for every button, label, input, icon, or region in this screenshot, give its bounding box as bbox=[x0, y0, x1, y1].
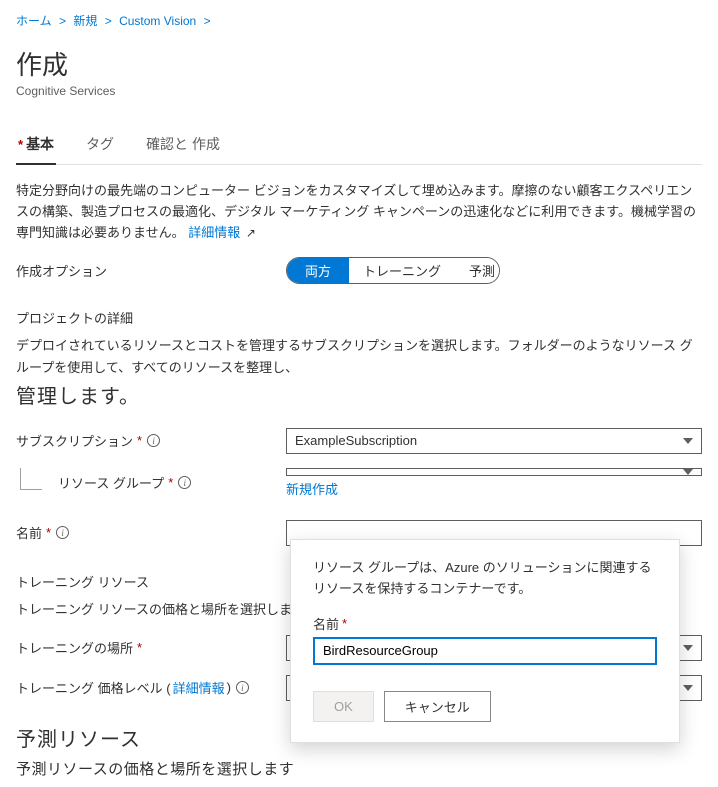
project-details-heading: プロジェクトの詳細 bbox=[16, 308, 702, 327]
required-star-icon: * bbox=[46, 525, 51, 540]
indent-icon bbox=[20, 468, 42, 490]
description-link[interactable]: 詳細情報 bbox=[188, 225, 240, 240]
prediction-desc: 予測リソースの価格と場所を選択します bbox=[16, 758, 702, 779]
required-star-icon: * bbox=[342, 616, 347, 631]
resource-group-label: リソース グループ * i bbox=[58, 473, 286, 492]
page-subtitle: Cognitive Services bbox=[16, 84, 702, 98]
tab-basic-label: 基本 bbox=[26, 134, 54, 154]
name-label-text: 名前 bbox=[16, 523, 42, 542]
description-block: 特定分野向けの最先端のコンピューター ビジョンをカスタマイズして埋め込みます。摩… bbox=[16, 181, 702, 243]
tab-tags-label: タグ bbox=[86, 134, 114, 154]
chevron-down-icon bbox=[683, 685, 693, 691]
subscription-label: サブスクリプション * i bbox=[16, 431, 286, 450]
popover-name-input[interactable] bbox=[313, 637, 657, 665]
info-icon[interactable]: i bbox=[147, 434, 160, 447]
required-star-icon: * bbox=[137, 640, 142, 655]
cancel-button[interactable]: キャンセル bbox=[384, 691, 491, 722]
project-details-desc-large: 管理します。 bbox=[16, 386, 140, 408]
popover-name-label-text: 名前 bbox=[313, 614, 339, 633]
resource-group-new-link[interactable]: 新規作成 bbox=[286, 479, 702, 498]
seg-both-button[interactable]: 両方 bbox=[287, 258, 349, 283]
resource-group-inner-row: リソース グループ * i 新規作成 bbox=[58, 468, 702, 498]
breadcrumb-sep: > bbox=[204, 14, 211, 28]
description-text: 特定分野向けの最先端のコンピューター ビジョンをカスタマイズして埋め込みます。摩… bbox=[16, 183, 696, 240]
tabs: * 基本 タグ 確認と 作成 bbox=[16, 126, 702, 165]
training-pricing-suffix: ) bbox=[227, 680, 231, 695]
info-icon[interactable]: i bbox=[236, 681, 249, 694]
chevron-down-icon bbox=[683, 469, 693, 475]
subscription-label-text: サブスクリプション bbox=[16, 431, 133, 450]
form-area: 作成オプション 両方 トレーニング 予測 プロジェクトの詳細 デプロイされている… bbox=[16, 257, 702, 778]
chevron-down-icon bbox=[683, 438, 693, 444]
name-label: 名前 * i bbox=[16, 523, 286, 542]
tab-review-create[interactable]: 確認と 作成 bbox=[144, 126, 222, 164]
page-title: 作成 bbox=[16, 45, 702, 82]
seg-training-button[interactable]: トレーニング bbox=[349, 258, 455, 283]
subscription-row: サブスクリプション * i ExampleSubscription bbox=[16, 428, 702, 454]
create-option-segment: 両方 トレーニング 予測 bbox=[286, 257, 500, 284]
resource-group-row: リソース グループ * i 新規作成 bbox=[16, 468, 702, 498]
required-star-icon: * bbox=[18, 137, 23, 152]
project-details-desc-text: デプロイされているリソースとコストを管理するサブスクリプションを選択します。フォ… bbox=[16, 338, 693, 375]
tab-basic[interactable]: * 基本 bbox=[16, 126, 56, 164]
subscription-value: ExampleSubscription bbox=[295, 433, 417, 448]
seg-prediction-button[interactable]: 予測 bbox=[455, 258, 500, 283]
breadcrumb: ホーム > 新規 > Custom Vision > bbox=[16, 8, 702, 39]
training-pricing-prefix: トレーニング 価格レベル ( bbox=[16, 678, 171, 697]
info-icon[interactable]: i bbox=[178, 476, 191, 489]
training-pricing-label: トレーニング 価格レベル (詳細情報) i bbox=[16, 678, 286, 697]
create-option-row: 作成オプション 両方 トレーニング 予測 bbox=[16, 257, 702, 284]
popover-name-label: 名前 * bbox=[313, 614, 657, 633]
subscription-select[interactable]: ExampleSubscription bbox=[286, 428, 702, 454]
breadcrumb-home[interactable]: ホーム bbox=[16, 14, 52, 28]
required-star-icon: * bbox=[137, 433, 142, 448]
external-link-icon: ↗ bbox=[246, 226, 256, 240]
info-icon[interactable]: i bbox=[56, 526, 69, 539]
tab-tags[interactable]: タグ bbox=[84, 126, 116, 164]
chevron-down-icon bbox=[683, 645, 693, 651]
resource-group-popover: リソース グループは、Azure のソリューションに関連するリソースを保持するコ… bbox=[290, 539, 680, 743]
create-option-label: 作成オプション bbox=[16, 261, 286, 280]
breadcrumb-sep: > bbox=[59, 14, 66, 28]
training-pricing-link[interactable]: 詳細情報 bbox=[173, 678, 225, 697]
project-details-desc: デプロイされているリソースとコストを管理するサブスクリプションを選択します。フォ… bbox=[16, 335, 702, 413]
tab-review-label: 確認と 作成 bbox=[146, 134, 220, 154]
resource-group-select[interactable] bbox=[286, 468, 702, 476]
resource-group-label-text: リソース グループ bbox=[58, 473, 164, 492]
popover-actions: OK キャンセル bbox=[313, 691, 657, 722]
breadcrumb-custom-vision[interactable]: Custom Vision bbox=[119, 14, 196, 28]
required-star-icon: * bbox=[168, 475, 173, 490]
popover-desc: リソース グループは、Azure のソリューションに関連するリソースを保持するコ… bbox=[313, 558, 657, 600]
training-location-label-text: トレーニングの場所 bbox=[16, 638, 133, 657]
ok-button[interactable]: OK bbox=[313, 691, 374, 722]
training-location-label: トレーニングの場所 * bbox=[16, 638, 286, 657]
breadcrumb-new[interactable]: 新規 bbox=[73, 14, 97, 28]
breadcrumb-sep: > bbox=[105, 14, 112, 28]
